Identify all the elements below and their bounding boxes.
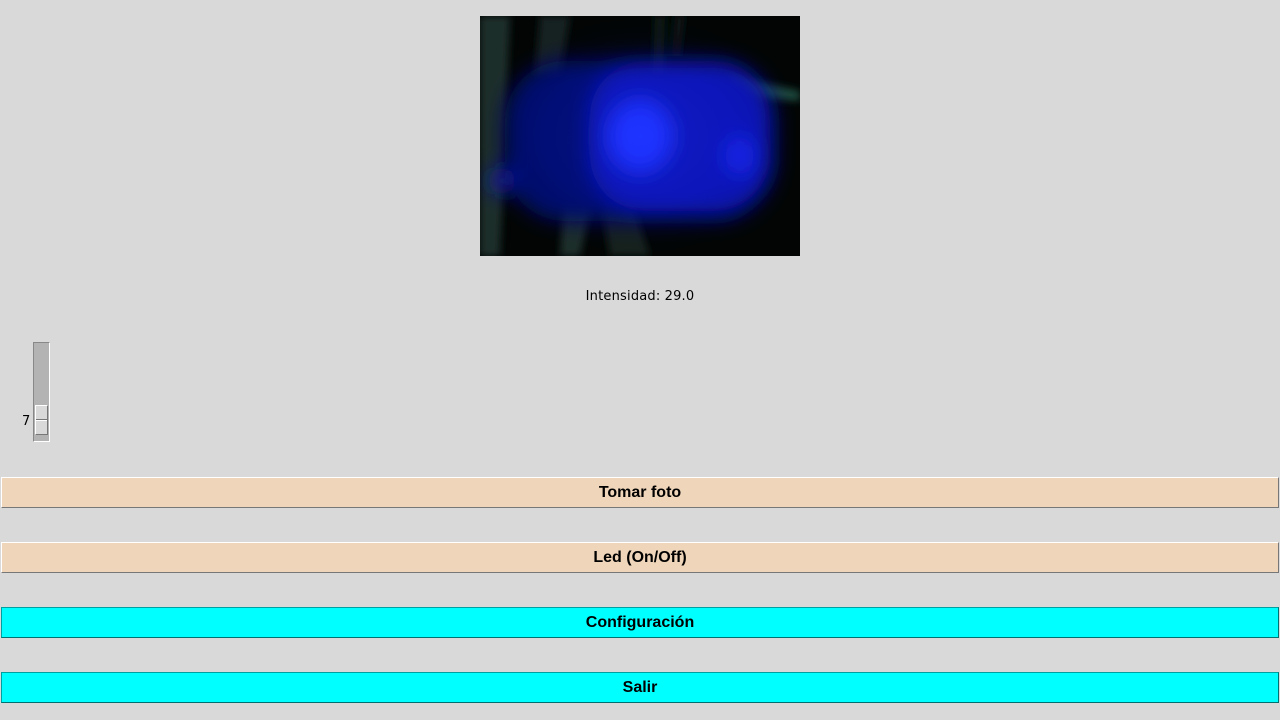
scale-value-label: 7 <box>22 414 31 429</box>
exit-button[interactable]: Salir <box>1 672 1279 703</box>
camera-preview-image <box>480 16 800 256</box>
intensity-value: 29.0 <box>664 289 695 304</box>
intensity-label: Intensidad: <box>585 289 661 304</box>
take-photo-button[interactable]: Tomar foto <box>1 477 1279 508</box>
slider-thumb[interactable] <box>35 405 48 435</box>
settings-button[interactable]: Configuración <box>1 607 1279 638</box>
vertical-scale-slider[interactable] <box>33 342 50 442</box>
intensity-readout: Intensidad: 29.0 <box>0 289 1280 304</box>
app-window: Intensidad: 29.0 7 Tomar foto Led (On/Of… <box>0 0 1280 720</box>
led-toggle-button[interactable]: Led (On/Off) <box>1 542 1279 573</box>
